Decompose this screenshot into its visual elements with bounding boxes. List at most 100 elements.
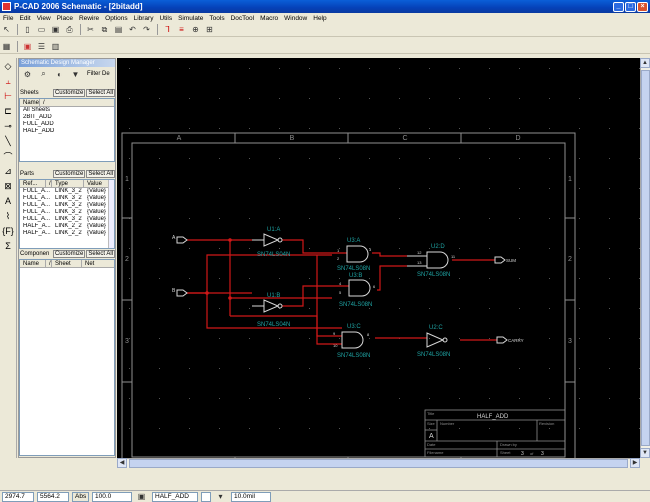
table-row[interactable]: FULL_A... LINK_3_2 {Value} (20, 202, 114, 209)
and-gate-u3c[interactable]: U3:C SN74LS08N (337, 324, 370, 359)
sdm-view-icon[interactable]: ◐ (53, 68, 66, 80)
column-header[interactable]: Name (20, 260, 46, 267)
zoom-window-icon[interactable]: ⊞ (203, 24, 216, 36)
port-sum[interactable]: SUM (494, 256, 516, 264)
menu-doctool[interactable]: DocTool (228, 15, 257, 22)
menu-rewire[interactable]: Rewire (76, 15, 102, 22)
menu-options[interactable]: Options (102, 15, 130, 22)
vertical-scroll-thumb[interactable] (641, 70, 650, 446)
menu-edit[interactable]: Edit (16, 15, 33, 22)
menu-library[interactable]: Library (131, 15, 157, 22)
place-line-icon[interactable]: ╲ (1, 134, 15, 148)
horizontal-scrollbar[interactable]: ◀ ▶ (117, 458, 640, 468)
menu-view[interactable]: View (34, 15, 54, 22)
components-select-all-button[interactable]: Select All (86, 249, 115, 258)
select-arrow-icon[interactable]: ↖ (0, 24, 13, 36)
open-folder-icon[interactable]: ▭ (35, 24, 48, 36)
scroll-up-icon[interactable]: ▲ (640, 58, 650, 68)
list-item[interactable]: HALF_ADD (20, 128, 114, 135)
menu-utils[interactable]: Utils (156, 15, 175, 22)
table-row[interactable]: HALF_A... LINK_2_2 {Value} (20, 230, 114, 237)
sdm-filter-icon[interactable]: ▼ (69, 68, 82, 80)
parts-scrollbar[interactable] (108, 180, 114, 248)
place-attribute-icon[interactable]: {F} (1, 224, 15, 238)
table-row[interactable]: FULL_A... LINK_3_2 {Value} (20, 195, 114, 202)
copy-icon[interactable]: ⧉ (98, 24, 111, 36)
redo-icon[interactable]: ↷ (140, 24, 153, 36)
abs-rel-toggle[interactable]: Abs (72, 491, 89, 502)
paste-icon[interactable]: ▤ (112, 24, 125, 36)
place-field-icon[interactable]: ⊠ (1, 179, 15, 193)
place-wire-icon[interactable]: ⊏ (1, 104, 15, 118)
save-icon[interactable]: ▣ (49, 24, 62, 36)
properties-icon[interactable]: ▥ (49, 41, 62, 53)
minimize-button[interactable]: _ (613, 1, 624, 12)
new-file-icon[interactable]: ▯ (21, 24, 34, 36)
cut-icon[interactable]: ✂ (84, 24, 97, 36)
port-b[interactable]: B (172, 288, 188, 297)
list-view-icon[interactable]: ☰ (35, 41, 48, 53)
inverter-u2c[interactable]: U2:C SN74LS08N (417, 325, 450, 358)
menu-help[interactable]: Help (310, 15, 329, 22)
list-item[interactable]: FULL_ADD (20, 121, 114, 128)
grid-size-select[interactable]: 10.0mil (231, 491, 271, 502)
sheets-select-all-button[interactable]: Select All (86, 88, 115, 97)
sheet-select[interactable]: HALF_ADD (152, 491, 198, 502)
place-ieee-icon[interactable]: ⌇ (1, 209, 15, 223)
menu-place[interactable]: Place (54, 15, 76, 22)
column-header[interactable]: Type (52, 180, 84, 187)
components-customize-button[interactable]: Customize (52, 249, 86, 258)
place-part-icon[interactable]: ◇ (1, 59, 15, 73)
and-gate-u3a[interactable]: U3:A SN74LS08N (337, 238, 370, 272)
menu-file[interactable]: File (0, 15, 16, 22)
parts-customize-button[interactable]: Customize (52, 169, 86, 178)
scroll-right-icon[interactable]: ▶ (630, 458, 640, 468)
place-polygon-icon[interactable]: ⊿ (1, 164, 15, 178)
schematic-canvas[interactable]: A B C D A B C D 1 2 3 1 2 3 A B (117, 58, 640, 468)
menu-simulate[interactable]: Simulate (175, 15, 206, 22)
maximize-button[interactable]: □ (625, 1, 636, 12)
and-gate-u3b[interactable]: U3:B SN74LS08N (339, 273, 372, 308)
column-header[interactable]: Sheet (52, 260, 82, 267)
column-header[interactable]: Net (82, 260, 112, 267)
netlist-icon[interactable]: ≡ (175, 24, 188, 36)
scroll-left-icon[interactable]: ◀ (117, 458, 127, 468)
place-arc-icon[interactable]: ⌒ (1, 149, 15, 163)
port-a[interactable]: A (172, 235, 188, 244)
close-button[interactable]: × (637, 1, 648, 12)
scroll-down-icon[interactable]: ▼ (640, 448, 650, 458)
zoom-select[interactable]: 100.0 (92, 491, 132, 502)
grid-dropdown-icon[interactable]: ▾ (214, 491, 227, 502)
place-port-icon[interactable]: ⊢ (1, 89, 15, 103)
list-item[interactable]: 2BIT_ADD (20, 114, 114, 121)
design-manager-icon[interactable]: ▣ (21, 41, 34, 53)
sdm-settings-icon[interactable]: ⚙ (21, 68, 34, 80)
schematic-drawing[interactable]: A B C D A B C D 1 2 3 1 2 3 A B (117, 58, 640, 468)
column-header[interactable]: Ref... (20, 180, 46, 187)
menu-macro[interactable]: Macro (257, 15, 281, 22)
table-row[interactable]: FULL_A... LINK_3_2 {Value} (20, 188, 114, 195)
column-header[interactable]: Name (20, 99, 40, 106)
list-item[interactable]: All Sheets (20, 107, 114, 114)
sum-icon[interactable]: Σ (1, 239, 15, 253)
vertical-scrollbar[interactable]: ▲ ▼ (640, 58, 650, 458)
print-icon[interactable]: ⎙ (63, 24, 76, 36)
parts-select-all-button[interactable]: Select All (86, 169, 115, 178)
column-header[interactable]: Value (84, 180, 108, 187)
table-row[interactable]: FULL_A... LINK_3_2 {Value} (20, 209, 114, 216)
port-carry[interactable]: CARRY (496, 336, 524, 344)
place-pin-icon[interactable]: ⫠ (1, 74, 15, 88)
sheets-customize-button[interactable]: Customize (52, 88, 86, 97)
menu-window[interactable]: Window (281, 15, 310, 22)
table-row[interactable]: HALF_A... LINK_2_2 {Value} (20, 223, 114, 230)
place-bus-icon[interactable]: ⊸ (1, 119, 15, 133)
undo-icon[interactable]: ↶ (126, 24, 139, 36)
color-swatch[interactable] (201, 491, 211, 502)
table-row[interactable]: FULL_A... LINK_3_2 {Value} (20, 216, 114, 223)
grid-icon[interactable]: ▦ (0, 41, 13, 53)
inverter-u1a[interactable]: U1:A SN74LS04N (252, 227, 290, 258)
sdm-zoom-icon[interactable]: ⌕ (37, 68, 50, 80)
place-text-icon[interactable]: A (1, 194, 15, 208)
zoom-icon[interactable]: ⊕ (189, 24, 202, 36)
wire-tool-icon[interactable]: ᒣ (161, 24, 174, 36)
